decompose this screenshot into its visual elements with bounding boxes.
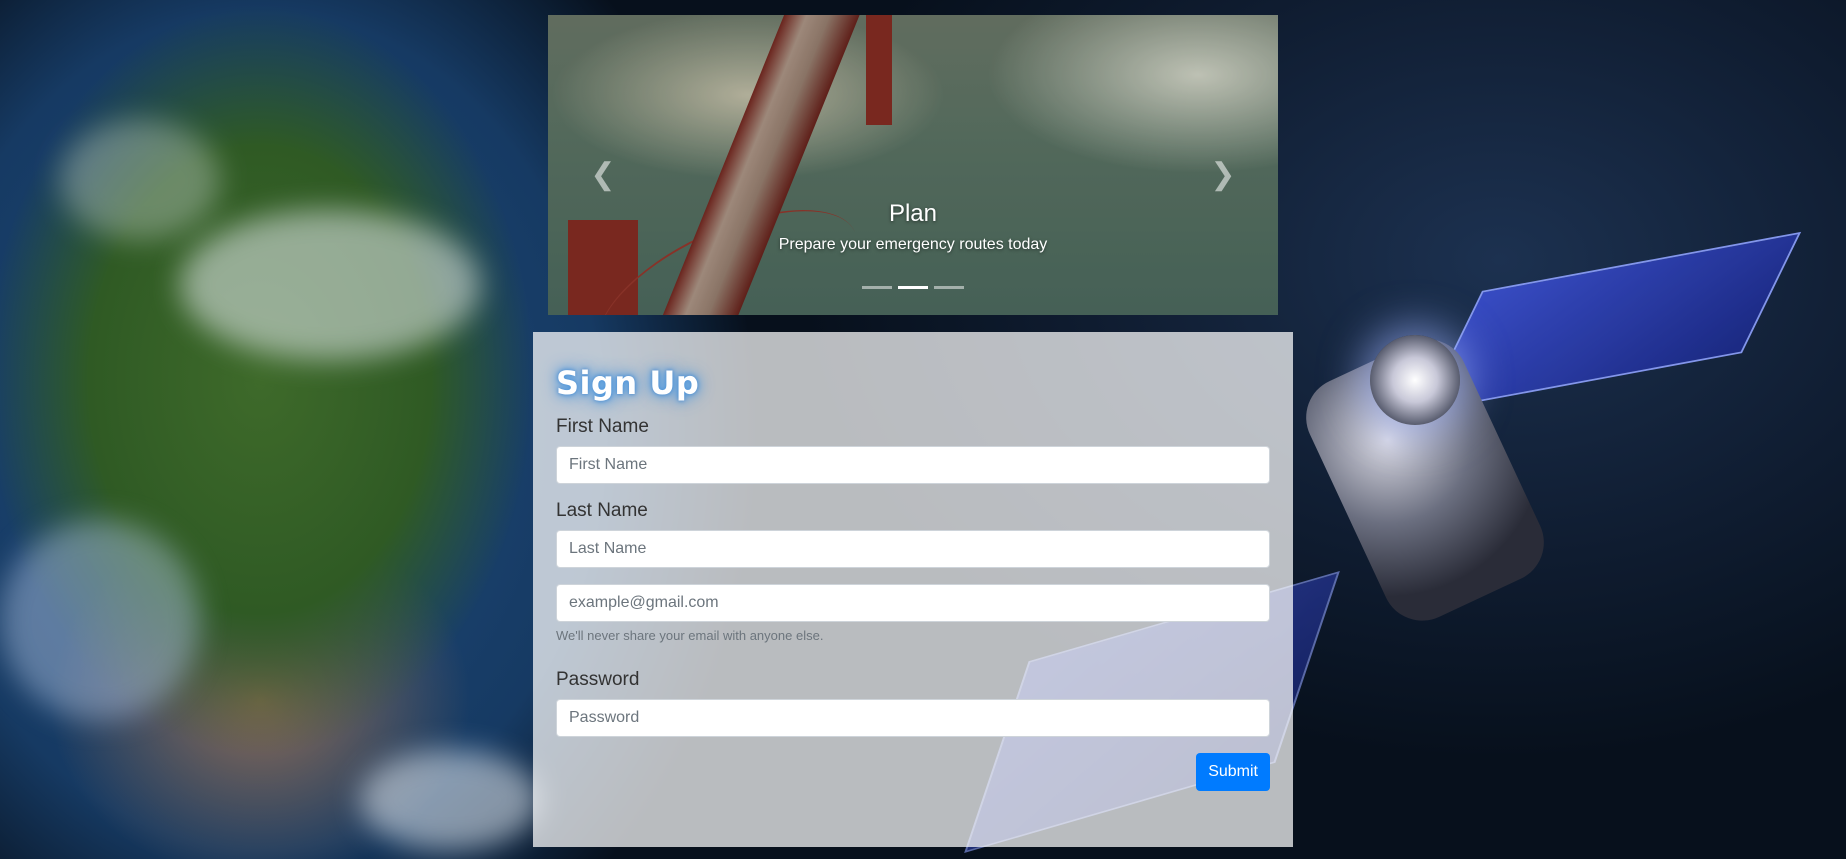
carousel-indicator-1[interactable] (862, 286, 892, 289)
last-name-input[interactable] (556, 530, 1270, 568)
first-name-group: First Name (556, 416, 1270, 484)
carousel-indicators (548, 286, 1278, 289)
chevron-left-icon: ❮ (590, 158, 616, 191)
chevron-right-icon: ❯ (1210, 158, 1236, 191)
carousel-next-button[interactable]: ❯ (1208, 160, 1238, 190)
slide-title: Plan (888, 200, 938, 227)
signup-form-panel: Sign Up First Name Last Name We'll never… (533, 332, 1293, 847)
password-group: Password (556, 669, 1270, 737)
last-name-label: Last Name (556, 500, 648, 521)
submit-button[interactable]: Submit (1196, 753, 1270, 791)
email-help-text: We'll never share your email with anyone… (556, 628, 824, 643)
password-label: Password (556, 669, 640, 690)
slide-text: Prepare your emergency routes today (778, 236, 1048, 253)
first-name-input[interactable] (556, 446, 1270, 484)
carousel-indicator-2[interactable] (898, 286, 928, 289)
first-name-label: First Name (556, 416, 649, 437)
form-title: Sign Up (556, 364, 700, 402)
last-name-group: Last Name (556, 500, 1270, 568)
carousel-caption: Plan Prepare your emergency routes today (548, 200, 1278, 254)
carousel-indicator-3[interactable] (934, 286, 964, 289)
email-input[interactable] (556, 584, 1270, 622)
carousel-prev-button[interactable]: ❮ (588, 160, 618, 190)
submit-row: Submit (556, 753, 1270, 791)
email-group: We'll never share your email with anyone… (556, 584, 1270, 643)
password-input[interactable] (556, 699, 1270, 737)
hero-carousel[interactable]: ❮ ❯ Plan Prepare your emergency routes t… (548, 15, 1278, 315)
